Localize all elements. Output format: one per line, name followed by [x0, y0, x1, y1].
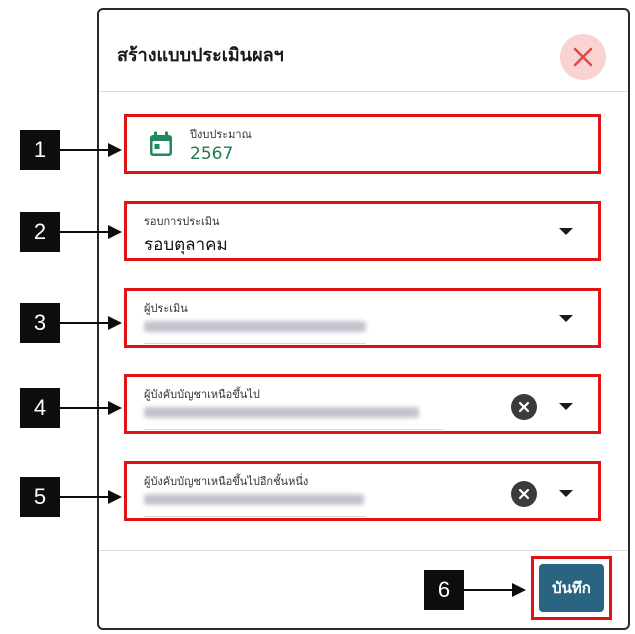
save-button[interactable]: บันทึก: [539, 564, 604, 612]
supervisor-value-redacted: [144, 407, 419, 418]
marker-2: 2: [20, 212, 60, 252]
supervisor-label: ผู้บังคับบัญชาเหนือขึ้นไป: [144, 388, 260, 401]
evaluator-value-redacted: [144, 321, 366, 332]
dialog-title: สร้างแบบประเมินผลฯ: [117, 45, 284, 66]
arrow-head: [108, 143, 122, 157]
arrow-line: [60, 496, 110, 498]
marker-5: 5: [20, 477, 60, 517]
marker-4: 4: [20, 388, 60, 428]
close-button[interactable]: [560, 34, 606, 80]
arrow-line: [60, 149, 110, 151]
arrow-head: [108, 490, 122, 504]
arrow-line: [60, 322, 110, 324]
clear-icon[interactable]: [511, 481, 537, 507]
dialog-header: สร้างแบบประเมินผลฯ: [99, 10, 628, 92]
underline: [144, 516, 366, 517]
chevron-down-icon[interactable]: [559, 315, 573, 322]
senior-supervisor-select[interactable]: ผู้บังคับบัญชาเหนือขึ้นไปอีกชั้นหนึ่ง: [124, 461, 601, 521]
save-button-highlight: บันทึก: [531, 556, 612, 620]
close-icon: [573, 47, 593, 67]
fiscal-year-value: 2567: [190, 144, 234, 164]
supervisor-select[interactable]: ผู้บังคับบัญชาเหนือขึ้นไป: [124, 374, 601, 434]
fiscal-year-field[interactable]: ปีงบประมาณ 2567: [124, 114, 601, 174]
arrow-line: [60, 231, 110, 233]
evaluation-round-select[interactable]: รอบการประเมิน รอบตุลาคม: [124, 201, 601, 261]
evaluator-select[interactable]: ผู้ประเมิน: [124, 288, 601, 348]
marker-6: 6: [424, 570, 464, 610]
clear-icon[interactable]: [511, 394, 537, 420]
arrow-line: [464, 589, 514, 591]
underline: [144, 429, 444, 430]
underline: [144, 343, 366, 344]
dialog-footer: [99, 550, 628, 551]
chevron-down-icon[interactable]: [559, 403, 573, 410]
senior-supervisor-label: ผู้บังคับบัญชาเหนือขึ้นไปอีกชั้นหนึ่ง: [144, 475, 309, 488]
marker-1: 1: [20, 130, 60, 170]
x-icon: [518, 401, 530, 413]
evaluator-label: ผู้ประเมิน: [144, 302, 188, 315]
arrow-head: [512, 583, 526, 597]
fiscal-year-label: ปีงบประมาณ: [190, 128, 252, 141]
chevron-down-icon[interactable]: [559, 228, 573, 235]
arrow-head: [108, 316, 122, 330]
marker-3: 3: [20, 303, 60, 343]
arrow-head: [108, 401, 122, 415]
chevron-down-icon[interactable]: [559, 490, 573, 497]
arrow-line: [60, 407, 110, 409]
arrow-head: [108, 225, 122, 239]
evaluation-round-value: รอบตุลาคม: [144, 235, 228, 255]
evaluation-round-label: รอบการประเมิน: [144, 215, 220, 228]
senior-supervisor-value-redacted: [144, 494, 364, 505]
x-icon: [518, 488, 530, 500]
calendar-icon: [150, 131, 172, 156]
